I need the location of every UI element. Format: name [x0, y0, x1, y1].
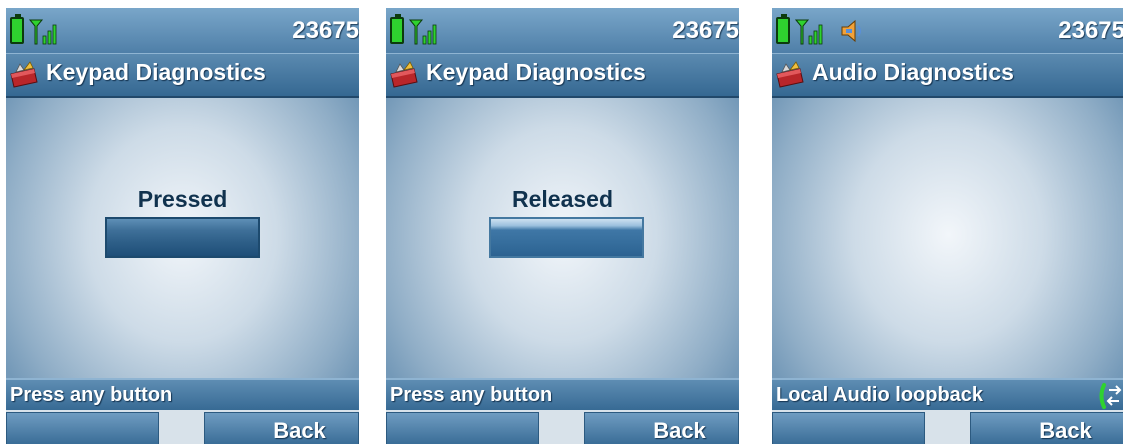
- key-state-indicator: [105, 217, 260, 258]
- left-softkey[interactable]: [772, 412, 925, 444]
- toolbox-icon: [776, 61, 804, 88]
- extension-number: 23675: [1058, 17, 1123, 44]
- extension-number: 23675: [292, 17, 359, 44]
- phone-screen-audio-diagnostics: 23675 Audio Diagnostics Local Audio loop…: [772, 8, 1123, 444]
- screen-title: Keypad Diagnostics: [426, 59, 646, 85]
- back-softkey-label: Back: [1039, 418, 1092, 443]
- title-bar: Keypad Diagnostics: [6, 53, 359, 98]
- battery-icon: [390, 14, 404, 44]
- prompt-text: Local Audio loopback: [776, 384, 984, 406]
- screen-title: Keypad Diagnostics: [46, 59, 266, 85]
- prompt-text: Press any button: [10, 384, 173, 406]
- toolbox-icon: [390, 61, 418, 88]
- prompt-bar: Local Audio loopback: [772, 378, 1123, 412]
- signal-icon: [409, 19, 437, 45]
- swap-icon: [1099, 383, 1122, 409]
- prompt-bar: Press any button: [6, 378, 359, 412]
- softkey-bar: Back: [386, 410, 739, 444]
- back-softkey[interactable]: Back: [970, 412, 1123, 444]
- battery-icon: [776, 14, 790, 44]
- key-state-label: Released: [511, 186, 613, 212]
- battery-icon: [10, 14, 24, 44]
- toolbox-icon: [10, 61, 38, 88]
- back-softkey-label: Back: [273, 418, 326, 443]
- signal-icon: [795, 19, 823, 45]
- key-state-label: Pressed: [137, 186, 228, 212]
- title-bar: Audio Diagnostics: [772, 53, 1123, 98]
- back-softkey[interactable]: Back: [204, 412, 359, 444]
- speaker-icon: [841, 19, 861, 43]
- status-bar: 23675: [772, 8, 1123, 53]
- screen-title: Audio Diagnostics: [812, 59, 1014, 85]
- signal-icon: [29, 19, 57, 45]
- left-softkey[interactable]: [6, 412, 159, 444]
- title-bar: Keypad Diagnostics: [386, 53, 739, 98]
- softkey-bar: Back: [6, 410, 359, 444]
- back-softkey-label: Back: [653, 418, 706, 443]
- prompt-text: Press any button: [390, 384, 553, 406]
- phone-screen-keypad-pressed: 23675 Keypad Diagnostics Pressed Press a…: [6, 8, 359, 444]
- left-softkey[interactable]: [386, 412, 539, 444]
- softkey-bar: Back: [772, 410, 1123, 444]
- prompt-bar: Press any button: [386, 378, 739, 412]
- status-bar: 23675: [386, 8, 739, 53]
- status-bar: 23675: [6, 8, 359, 53]
- phone-screen-keypad-released: 23675 Keypad Diagnostics Released Press …: [386, 8, 739, 444]
- extension-number: 23675: [672, 17, 739, 44]
- key-state-indicator: [489, 217, 644, 258]
- back-softkey[interactable]: Back: [584, 412, 739, 444]
